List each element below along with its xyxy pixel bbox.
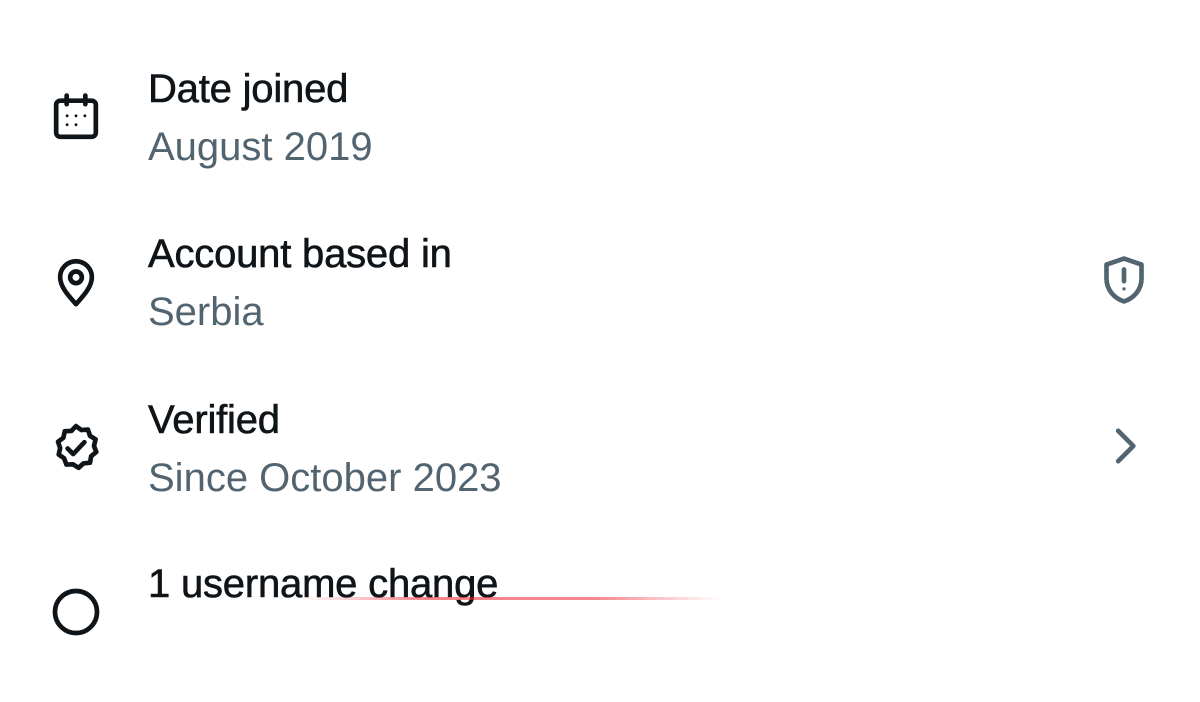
username-change-title: 1 username change <box>148 562 499 607</box>
username-change-icon <box>48 584 104 640</box>
verified-badge-icon <box>48 420 104 476</box>
account-location-value: Serbia <box>148 290 264 334</box>
location-pin-icon <box>48 254 104 310</box>
username-change-row[interactable]: 1 username change <box>0 552 1200 702</box>
verified-row[interactable]: Verified Since October 2023 <box>0 388 1200 538</box>
calendar-icon <box>48 89 104 145</box>
shield-alert-icon[interactable] <box>1096 252 1152 308</box>
chevron-right-icon[interactable] <box>1096 418 1152 474</box>
verified-title: Verified <box>148 398 281 443</box>
date-joined-title: Date joined <box>148 67 349 112</box>
date-joined-row: Date joined August 2019 <box>0 57 1200 207</box>
account-location-row: Account based in Serbia <box>0 222 1200 372</box>
account-location-title: Account based in <box>148 232 452 277</box>
date-joined-value: August 2019 <box>148 125 373 169</box>
verified-since-value: Since October 2023 <box>148 456 502 500</box>
